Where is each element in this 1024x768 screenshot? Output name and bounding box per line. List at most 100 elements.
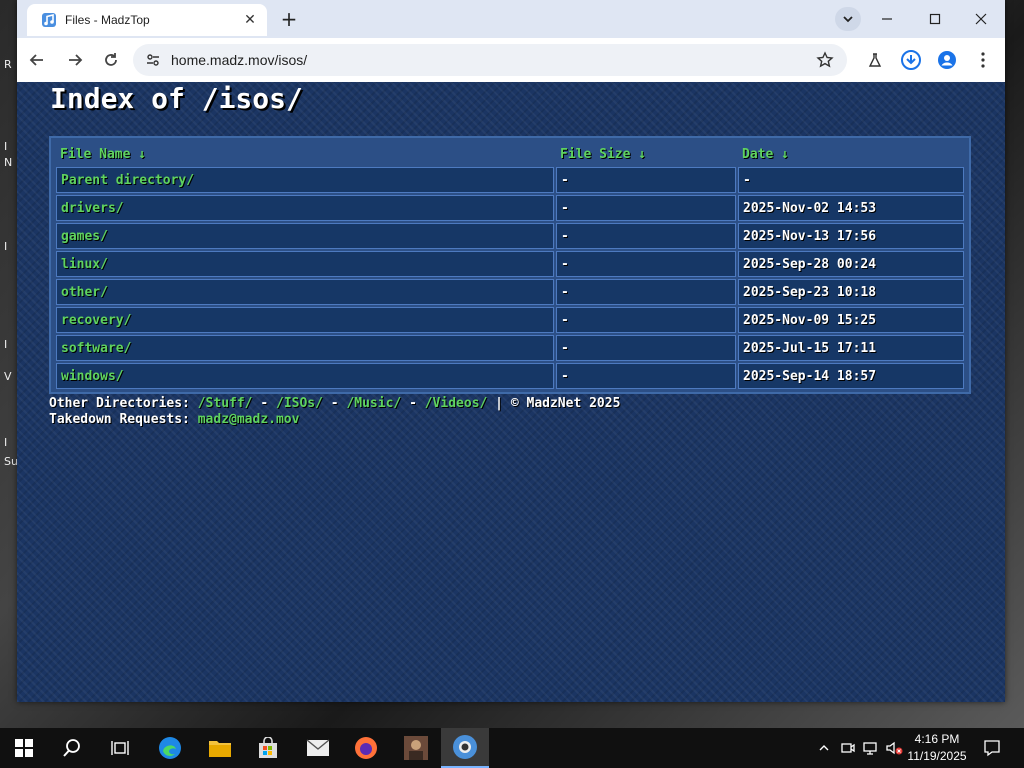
- separator: -: [252, 396, 276, 411]
- file-listing-table: File Name ↓ File Size ↓ Date ↓ Parent di…: [49, 136, 971, 394]
- download-icon[interactable]: [897, 46, 925, 74]
- table-row: Parent directory/ - -: [56, 167, 964, 193]
- table-row: other/ - 2025-Sep-23 10:18: [56, 279, 964, 305]
- profile-avatar-icon[interactable]: [933, 46, 961, 74]
- url-text[interactable]: home.madz.mov/isos/: [171, 52, 813, 68]
- maximize-button[interactable]: [915, 6, 955, 32]
- bookmark-star-icon[interactable]: [813, 48, 837, 72]
- minimize-button[interactable]: [867, 6, 907, 32]
- labs-flask-icon[interactable]: [861, 46, 889, 74]
- file-date: 2025-Sep-14 18:57: [738, 363, 964, 389]
- reload-button[interactable]: [97, 46, 125, 74]
- tab-title: Files - MadzTop: [65, 13, 150, 27]
- desktop-icon-label[interactable]: I: [4, 338, 7, 351]
- page-footer: Other Directories: /Stuff/ - /ISOs/ - /M…: [49, 396, 620, 428]
- clock-date: 11/19/2025: [907, 749, 967, 763]
- back-button[interactable]: [23, 46, 51, 74]
- store-icon[interactable]: [244, 728, 292, 768]
- close-icon[interactable]: ✕: [239, 9, 261, 31]
- column-header-file-name[interactable]: File Name ↓: [56, 143, 554, 165]
- page-title: Index of /isos/: [50, 82, 303, 115]
- browser-toolbar: home.madz.mov/isos/: [17, 38, 1005, 82]
- file-size: -: [556, 335, 736, 361]
- table-row: drivers/ - 2025-Nov-02 14:53: [56, 195, 964, 221]
- link-isos[interactable]: /ISOs/: [276, 396, 323, 411]
- app-thumbnail-icon[interactable]: [392, 728, 440, 768]
- desktop-icon-label[interactable]: I: [4, 240, 7, 253]
- file-date: 2025-Nov-09 15:25: [738, 307, 964, 333]
- notification-icon[interactable]: [982, 738, 1002, 758]
- desktop-icon-label[interactable]: Su: [4, 455, 18, 468]
- table-row: games/ - 2025-Nov-13 17:56: [56, 223, 964, 249]
- file-size: -: [556, 363, 736, 389]
- file-size: -: [556, 195, 736, 221]
- table-row: recovery/ - 2025-Nov-09 15:25: [56, 307, 964, 333]
- file-date: 2025-Nov-02 14:53: [738, 195, 964, 221]
- clock-time: 4:16 PM: [914, 732, 960, 746]
- file-size: -: [556, 307, 736, 333]
- table-row: software/ - 2025-Jul-15 17:11: [56, 335, 964, 361]
- file-link[interactable]: games/: [56, 223, 554, 249]
- edge-browser-icon[interactable]: [146, 728, 194, 768]
- takedown-email-link[interactable]: madz@madz.mov: [198, 412, 300, 427]
- desktop-icon-label[interactable]: I: [4, 436, 7, 449]
- file-link[interactable]: windows/: [56, 363, 554, 389]
- new-tab-button[interactable]: +: [277, 7, 301, 31]
- column-header-file-size[interactable]: File Size ↓: [556, 143, 736, 165]
- file-date: 2025-Nov-13 17:56: [738, 223, 964, 249]
- network-icon[interactable]: [860, 738, 880, 758]
- file-size: -: [556, 223, 736, 249]
- task-view-icon[interactable]: [96, 728, 144, 768]
- file-link[interactable]: software/: [56, 335, 554, 361]
- file-link[interactable]: drivers/: [56, 195, 554, 221]
- meet-now-icon[interactable]: [838, 738, 858, 758]
- file-link[interactable]: Parent directory/: [56, 167, 554, 193]
- volume-muted-icon[interactable]: [884, 738, 904, 758]
- desktop-icon-label[interactable]: I: [4, 140, 7, 153]
- file-size: -: [556, 167, 736, 193]
- other-directories-label: Other Directories:: [49, 396, 198, 411]
- taskbar: 4:16 PM 11/19/2025: [0, 728, 1024, 768]
- file-link[interactable]: other/: [56, 279, 554, 305]
- link-music[interactable]: /Music/: [346, 396, 401, 411]
- link-videos[interactable]: /Videos/: [425, 396, 488, 411]
- forward-button[interactable]: [61, 46, 89, 74]
- file-explorer-icon[interactable]: [196, 728, 244, 768]
- address-bar[interactable]: home.madz.mov/isos/: [133, 44, 847, 76]
- site-settings-icon[interactable]: [143, 50, 163, 70]
- menu-more-icon[interactable]: [969, 46, 997, 74]
- tab-files-madztop[interactable]: Files - MadzTop ✕: [27, 4, 267, 36]
- close-window-button[interactable]: [961, 6, 1001, 32]
- other-directories-line: Other Directories: /Stuff/ - /ISOs/ - /M…: [49, 396, 620, 412]
- table-row: windows/ - 2025-Sep-14 18:57: [56, 363, 964, 389]
- firefox-icon[interactable]: [342, 728, 390, 768]
- mail-icon[interactable]: [294, 728, 342, 768]
- separator: -: [401, 396, 425, 411]
- chevron-down-icon[interactable]: [835, 7, 861, 31]
- file-date: 2025-Jul-15 17:11: [738, 335, 964, 361]
- chrome-active-window-icon[interactable]: [441, 728, 489, 768]
- music-note-icon: [41, 12, 57, 28]
- column-header-date[interactable]: Date ↓: [738, 143, 964, 165]
- file-date: 2025-Sep-23 10:18: [738, 279, 964, 305]
- system-clock[interactable]: 4:16 PM 11/19/2025: [904, 731, 970, 765]
- file-date: 2025-Sep-28 00:24: [738, 251, 964, 277]
- browser-window: Files - MadzTop ✕ + home.madz.mov/isos/ …: [17, 0, 1005, 702]
- tab-bar: Files - MadzTop ✕ +: [17, 0, 1005, 38]
- takedown-label: Takedown Requests:: [49, 412, 198, 427]
- link-stuff[interactable]: /Stuff/: [198, 396, 253, 411]
- takedown-line: Takedown Requests: madz@madz.mov: [49, 412, 620, 428]
- windows-start-icon[interactable]: [0, 728, 48, 768]
- file-date: -: [738, 167, 964, 193]
- desktop-icon-label[interactable]: N: [4, 156, 12, 169]
- chevron-up-icon[interactable]: [814, 738, 834, 758]
- file-link[interactable]: linux/: [56, 251, 554, 277]
- file-size: -: [556, 279, 736, 305]
- file-link[interactable]: recovery/: [56, 307, 554, 333]
- page-viewport: Index of /isos/ File Name ↓ File Size ↓ …: [17, 82, 1005, 702]
- search-icon[interactable]: [48, 728, 96, 768]
- desktop-icon-label[interactable]: V: [4, 370, 12, 383]
- desktop-icon-label[interactable]: R: [4, 58, 12, 71]
- table-row: linux/ - 2025-Sep-28 00:24: [56, 251, 964, 277]
- file-size: -: [556, 251, 736, 277]
